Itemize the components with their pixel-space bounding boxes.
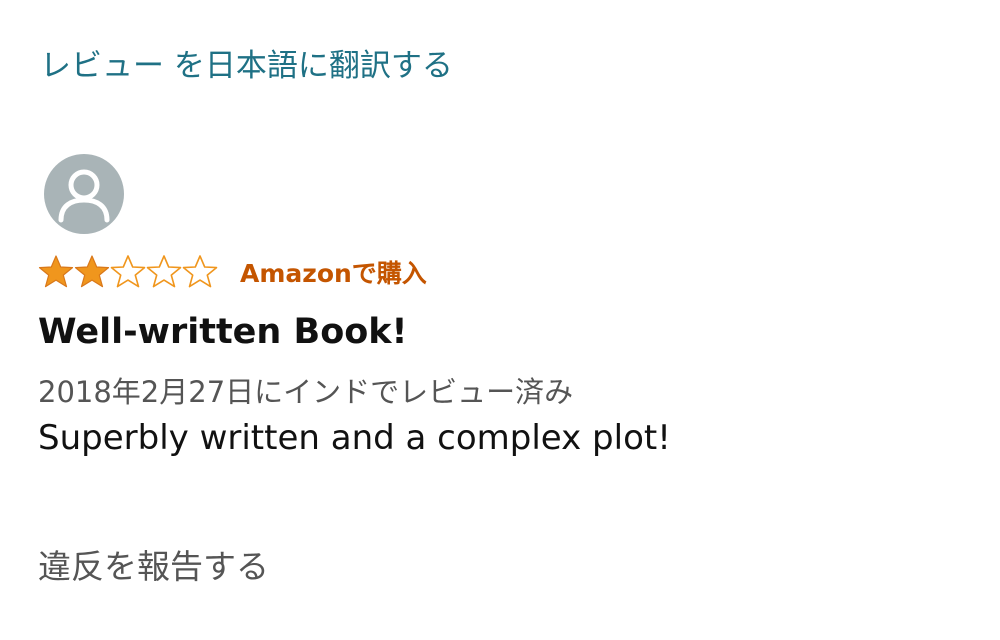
star-empty-icon bbox=[146, 255, 182, 288]
reviewer-name[interactable] bbox=[148, 179, 158, 209]
rating-row: Amazonで購入 bbox=[38, 250, 427, 294]
reviewer-profile[interactable] bbox=[44, 154, 158, 234]
verified-purchase-badge: Amazonで購入 bbox=[240, 259, 427, 288]
star-rating[interactable] bbox=[38, 254, 218, 290]
user-silhouette-icon bbox=[58, 169, 110, 223]
translate-review-link[interactable]: レビュー を日本語に翻訳する bbox=[40, 40, 453, 85]
star-empty-icon bbox=[110, 255, 146, 288]
review-title[interactable]: Well-written Book! bbox=[38, 312, 408, 352]
report-abuse-link[interactable]: 違反を報告する bbox=[38, 540, 269, 588]
review-body: Superbly written and a complex plot! bbox=[38, 418, 671, 458]
star-empty-icon bbox=[182, 255, 218, 288]
star-filled-icon bbox=[74, 255, 110, 288]
avatar[interactable] bbox=[44, 154, 124, 234]
star-filled-icon bbox=[38, 255, 74, 288]
review-date: 2018年2月27日にインドでレビュー済み bbox=[38, 375, 574, 409]
